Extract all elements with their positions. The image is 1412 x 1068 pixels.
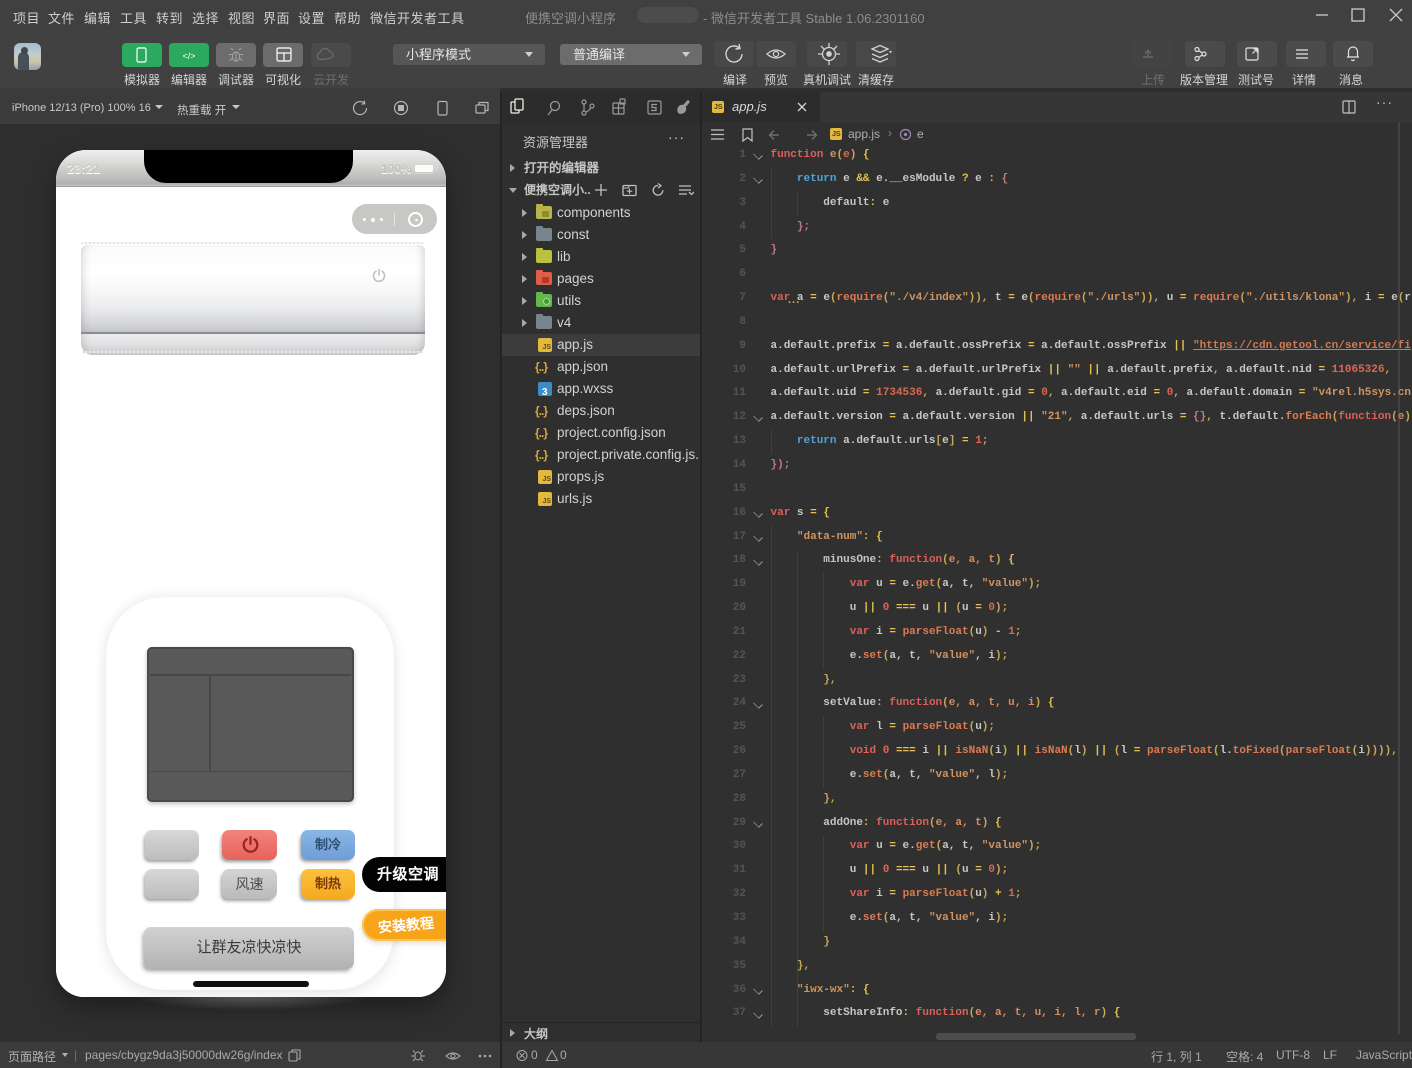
svg-text:</>: </> <box>182 51 195 61</box>
